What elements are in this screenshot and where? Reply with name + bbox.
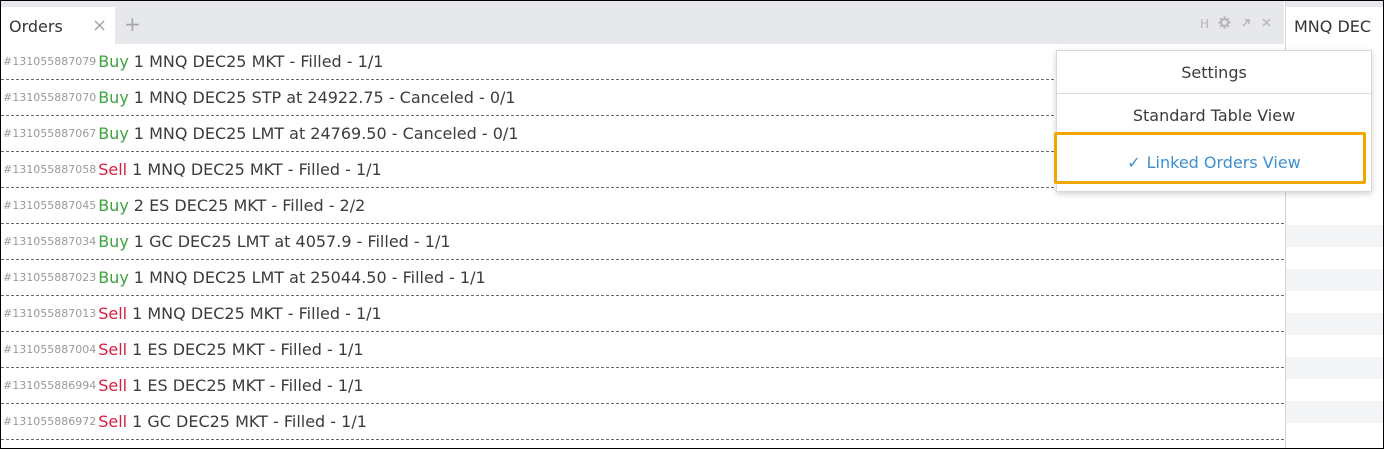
tab-mnq[interactable]: MNQ DEC bbox=[1286, 7, 1383, 45]
table-row-stripe bbox=[1286, 357, 1383, 379]
order-side: Buy bbox=[98, 196, 129, 215]
tab-orders-title[interactable]: Orders bbox=[9, 17, 63, 36]
add-tab-icon[interactable]: + bbox=[124, 12, 141, 36]
order-id: #131055887004 bbox=[3, 343, 97, 356]
panel-controls: H bbox=[1200, 16, 1272, 32]
app-frame: Orders × + H #131055887079 Buy 1 MNQ DEC… bbox=[0, 0, 1384, 449]
order-side: Buy bbox=[98, 268, 129, 287]
order-side: Buy bbox=[98, 88, 129, 107]
table-row-stripe bbox=[1286, 401, 1383, 423]
order-id: #131055887013 bbox=[3, 307, 97, 320]
order-id: #131055887070 bbox=[3, 91, 97, 104]
order-row[interactable]: #131055887004 Sell 1 ES DEC25 MKT - Fill… bbox=[1, 332, 1284, 368]
order-description: 1 MNQ DEC25 LMT at 24769.50 - Canceled -… bbox=[133, 124, 519, 143]
gear-icon[interactable] bbox=[1218, 16, 1231, 32]
order-row[interactable]: #131055887034 Buy 1 GC DEC25 LMT at 4057… bbox=[1, 224, 1284, 260]
order-id: #131055886994 bbox=[3, 379, 97, 392]
order-side: Buy bbox=[98, 124, 129, 143]
order-description: 1 ES DEC25 MKT - Filled - 1/1 bbox=[132, 376, 364, 395]
order-description: 1 MNQ DEC25 MKT - Filled - 1/1 bbox=[132, 160, 382, 179]
order-id: #131055887058 bbox=[3, 163, 97, 176]
menu-item-standard-table-view-label[interactable]: Standard Table View bbox=[1133, 106, 1295, 125]
order-side: Sell bbox=[98, 376, 128, 395]
order-side: Sell bbox=[98, 160, 128, 179]
order-description: 1 GC DEC25 LMT at 4057.9 - Filled - 1/1 bbox=[133, 232, 451, 251]
order-row[interactable]: #131055886994 Sell 1 ES DEC25 MKT - Fill… bbox=[1, 368, 1284, 404]
order-side: Sell bbox=[98, 304, 128, 323]
menu-item-standard-table-view[interactable]: Standard Table View bbox=[1057, 94, 1371, 136]
h-toggle-button[interactable]: H bbox=[1200, 17, 1209, 31]
orders-tabbar: Orders × + H bbox=[1, 1, 1284, 45]
order-id: #131055887034 bbox=[3, 235, 97, 248]
close-icon[interactable] bbox=[1261, 17, 1272, 31]
order-side: Sell bbox=[98, 340, 128, 359]
order-row[interactable]: #131055886972 Sell 1 GC DEC25 MKT - Fill… bbox=[1, 404, 1284, 440]
order-id: #131055886972 bbox=[3, 415, 97, 428]
order-description: 2 ES DEC25 MKT - Filled - 2/2 bbox=[133, 196, 366, 215]
order-description: 1 MNQ DEC25 STP at 24922.75 - Canceled -… bbox=[133, 88, 516, 107]
menu-item-settings[interactable]: Settings bbox=[1057, 51, 1371, 93]
order-row[interactable]: #131055887045 Buy 2 ES DEC25 MKT - Fille… bbox=[1, 188, 1284, 224]
tab-mnq-title[interactable]: MNQ DEC bbox=[1294, 17, 1371, 36]
order-id: #131055887045 bbox=[3, 199, 97, 212]
order-description: 1 ES DEC25 MKT - Filled - 1/1 bbox=[132, 340, 364, 359]
tab-orders[interactable]: Orders × bbox=[1, 7, 115, 45]
order-description: 1 MNQ DEC25 LMT at 25044.50 - Filled - 1… bbox=[133, 268, 486, 287]
order-side: Buy bbox=[98, 52, 129, 71]
expand-icon[interactable] bbox=[1240, 17, 1252, 32]
order-row[interactable]: #131055887013 Sell 1 MNQ DEC25 MKT - Fil… bbox=[1, 296, 1284, 332]
table-row-stripe bbox=[1286, 269, 1383, 291]
order-description: 1 MNQ DEC25 MKT - Filled - 1/1 bbox=[132, 304, 382, 323]
order-row[interactable]: #131055887023 Buy 1 MNQ DEC25 LMT at 250… bbox=[1, 260, 1284, 296]
order-description: 1 MNQ DEC25 MKT - Filled - 1/1 bbox=[133, 52, 384, 71]
tab-close-icon[interactable]: × bbox=[92, 15, 107, 36]
menu-item-settings-label[interactable]: Settings bbox=[1181, 63, 1247, 82]
order-id: #131055887079 bbox=[3, 55, 97, 68]
order-side: Buy bbox=[98, 232, 129, 251]
order-id: #131055887067 bbox=[3, 127, 97, 140]
order-id: #131055887023 bbox=[3, 271, 97, 284]
order-side: Sell bbox=[98, 412, 128, 431]
highlight-box bbox=[1054, 132, 1366, 184]
table-row-stripe bbox=[1286, 313, 1383, 335]
order-description: 1 GC DEC25 MKT - Filled - 1/1 bbox=[132, 412, 367, 431]
table-row-stripe bbox=[1286, 225, 1383, 247]
